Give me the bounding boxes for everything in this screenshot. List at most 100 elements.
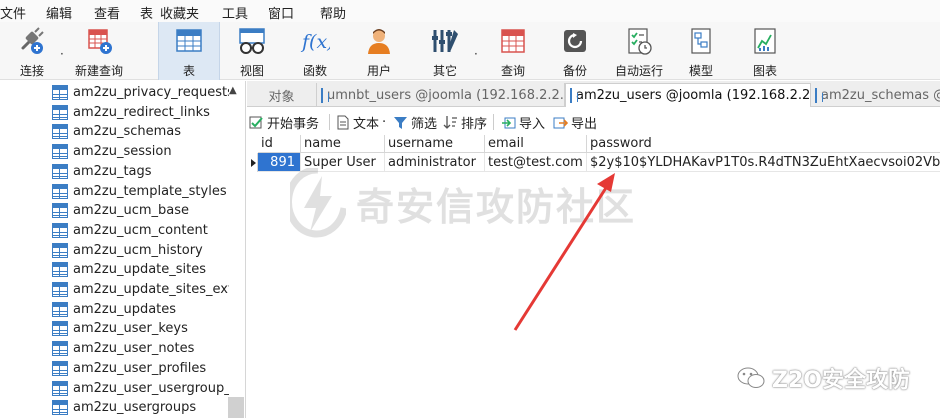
menu-tools[interactable]: 工具 [222, 3, 248, 22]
text-dropdown-icon[interactable]: · [382, 115, 386, 130]
sort-button[interactable]: 排序 [443, 113, 487, 132]
sidebar-item-table[interactable]: am2zu_schemas [52, 122, 181, 141]
sidebar-item-table[interactable]: am2zu_usergroups [52, 398, 196, 417]
sidebar-item-table[interactable]: am2zu_updates [52, 300, 176, 319]
sidebar-item-table[interactable]: am2zu_user_profiles [52, 359, 206, 378]
sidebar-item-label: am2zu_schemas [73, 124, 182, 140]
table-icon [52, 380, 68, 396]
current-row-indicator[interactable] [247, 153, 258, 172]
cell-username[interactable]: administrator [385, 153, 485, 172]
table-icon [52, 301, 68, 317]
table-button[interactable]: 表 [158, 22, 220, 80]
menu-window[interactable]: 窗口 [268, 3, 294, 22]
sidebar-item-table[interactable]: am2zu_ucm_content [52, 221, 208, 240]
collapse-up-icon[interactable]: ▲ [229, 85, 237, 96]
plug-icon [17, 26, 47, 56]
sidebar-item-table[interactable]: am2zu_ucm_base [52, 201, 189, 220]
sidebar-item-table[interactable]: am2zu_user_notes [52, 339, 194, 358]
table-icon [52, 360, 68, 376]
sidebar-item-label: am2zu_user_usergroup_m [73, 380, 229, 396]
sidebar-item-table[interactable]: am2zu_tags [52, 162, 152, 181]
menu-table[interactable]: 表 [140, 3, 153, 22]
chart-button[interactable]: 图表 [744, 22, 786, 80]
sidebar-item-label: am2zu_user_keys [73, 321, 188, 337]
sidebar-item-table[interactable]: am2zu_update_sites [52, 260, 206, 279]
column-header-id[interactable]: id [258, 135, 301, 153]
tab-am2zu-schemas[interactable]: am2zu_schemas @ [811, 83, 940, 107]
backup-button[interactable]: 备份 [554, 22, 596, 80]
table-icon [52, 183, 68, 199]
menu-bar: 文件 编辑 查看 表 收藏夹 工具 窗口 帮助 [0, 0, 940, 22]
sidebar-item-table[interactable]: am2zu_user_usergroup_m [52, 379, 229, 398]
cell-id[interactable]: 891 [258, 153, 301, 172]
menu-help[interactable]: 帮助 [320, 3, 346, 22]
query-button[interactable]: 查询 [490, 22, 536, 80]
sidebar-scrollbar[interactable] [228, 397, 244, 418]
column-header-email[interactable]: email [485, 135, 587, 153]
tab-am2zu-users[interactable]: am2zu_users @joomla (192.168.2.2... [565, 83, 811, 107]
table-icon [815, 87, 823, 103]
corner-watermark: Z2O安全攻防 [736, 362, 910, 394]
menu-view[interactable]: 查看 [94, 3, 120, 22]
checklist-clock-icon [624, 26, 654, 56]
sidebar-item-table[interactable]: am2zu_update_sites_exter [52, 280, 229, 299]
view-button[interactable]: 视图 [228, 22, 276, 80]
cell-password[interactable]: $2y$10$YLDHAKavP1T0s.R4dTN3ZuEhtXaecvsoi… [587, 153, 940, 172]
sidebar-item-label: am2zu_privacy_requests [73, 85, 229, 100]
model-icon [686, 26, 716, 56]
sidebar-item-label: am2zu_session [73, 144, 172, 160]
user-button[interactable]: 用户 [356, 22, 402, 80]
table-icon [52, 144, 68, 160]
column-header-password[interactable]: password [587, 135, 940, 153]
tab-objects[interactable]: 对象 [247, 83, 317, 107]
function-icon: f(x) [300, 26, 335, 56]
export-button[interactable]: 导出 [553, 113, 597, 132]
column-header-username[interactable]: username [385, 135, 485, 153]
cell-name[interactable]: Super User [301, 153, 385, 172]
sidebar-item-label: am2zu_redirect_links [73, 104, 210, 120]
sidebar-item-label: am2zu_usergroups [73, 400, 197, 416]
sidebar-item-table[interactable]: am2zu_template_styles [52, 182, 227, 201]
sidebar-item-table[interactable]: am2zu_session [52, 142, 172, 161]
sidebar-item-table[interactable]: am2zu_privacy_requests [52, 83, 229, 102]
table-icon [52, 85, 68, 100]
connect-dropdown[interactable]: · [60, 47, 64, 61]
function-button[interactable]: f(x) 函数 [292, 22, 338, 80]
tools-icon [430, 26, 460, 56]
menu-edit[interactable]: 编辑 [46, 3, 72, 22]
new-query-button[interactable]: 新建查询 [70, 22, 128, 80]
other-button[interactable]: 其它 [422, 22, 468, 80]
new-query-icon [84, 26, 114, 56]
sidebar-item-label: am2zu_ucm_content [73, 222, 208, 238]
table-icon [52, 262, 68, 278]
tab-umnbt-users[interactable]: umnbt_users @joomla (192.168.2.2... [317, 83, 565, 107]
sidebar-item-table[interactable]: am2zu_ucm_history [52, 241, 203, 260]
begin-transaction-button[interactable]: 开始事务 [249, 113, 319, 132]
sidebar-item-table[interactable]: am2zu_redirect_links [52, 103, 210, 122]
red-arrow-annotation [513, 173, 615, 331]
filter-button[interactable]: 筛选 [393, 113, 437, 132]
table-icon [52, 222, 68, 238]
model-button[interactable]: 模型 [680, 22, 722, 80]
sidebar-item-label: am2zu_tags [73, 163, 152, 179]
import-button[interactable]: 导入 [501, 113, 545, 132]
menu-file[interactable]: 文件 [0, 3, 26, 22]
text-view-button[interactable]: 文本 · [335, 113, 386, 132]
autorun-button[interactable]: 自动运行 [610, 22, 668, 80]
sidebar-item-label: am2zu_user_profiles [73, 360, 207, 376]
sidebar-item-label: am2zu_template_styles [73, 183, 227, 199]
sidebar-item-label: am2zu_update_sites [73, 262, 207, 278]
other-dropdown[interactable]: · [474, 47, 478, 61]
menu-favorites[interactable]: 收藏夹 [160, 3, 199, 22]
sidebar-item-table[interactable]: am2zu_user_keys [52, 319, 188, 338]
table-icon [52, 124, 68, 140]
query-icon [498, 26, 528, 56]
separator [329, 114, 330, 130]
table-icon [52, 282, 68, 297]
column-header-name[interactable]: name [301, 135, 385, 153]
sort-icon [443, 115, 458, 130]
transaction-icon [249, 115, 264, 130]
connect-button[interactable]: 连接 [10, 22, 54, 80]
sidebar-item-label: am2zu_updates [73, 301, 177, 317]
main-toolbar: 连接 · 新建查询 表 视图 f(x 函数 用户 其它 · 查询 备份 自动运行… [0, 22, 940, 80]
